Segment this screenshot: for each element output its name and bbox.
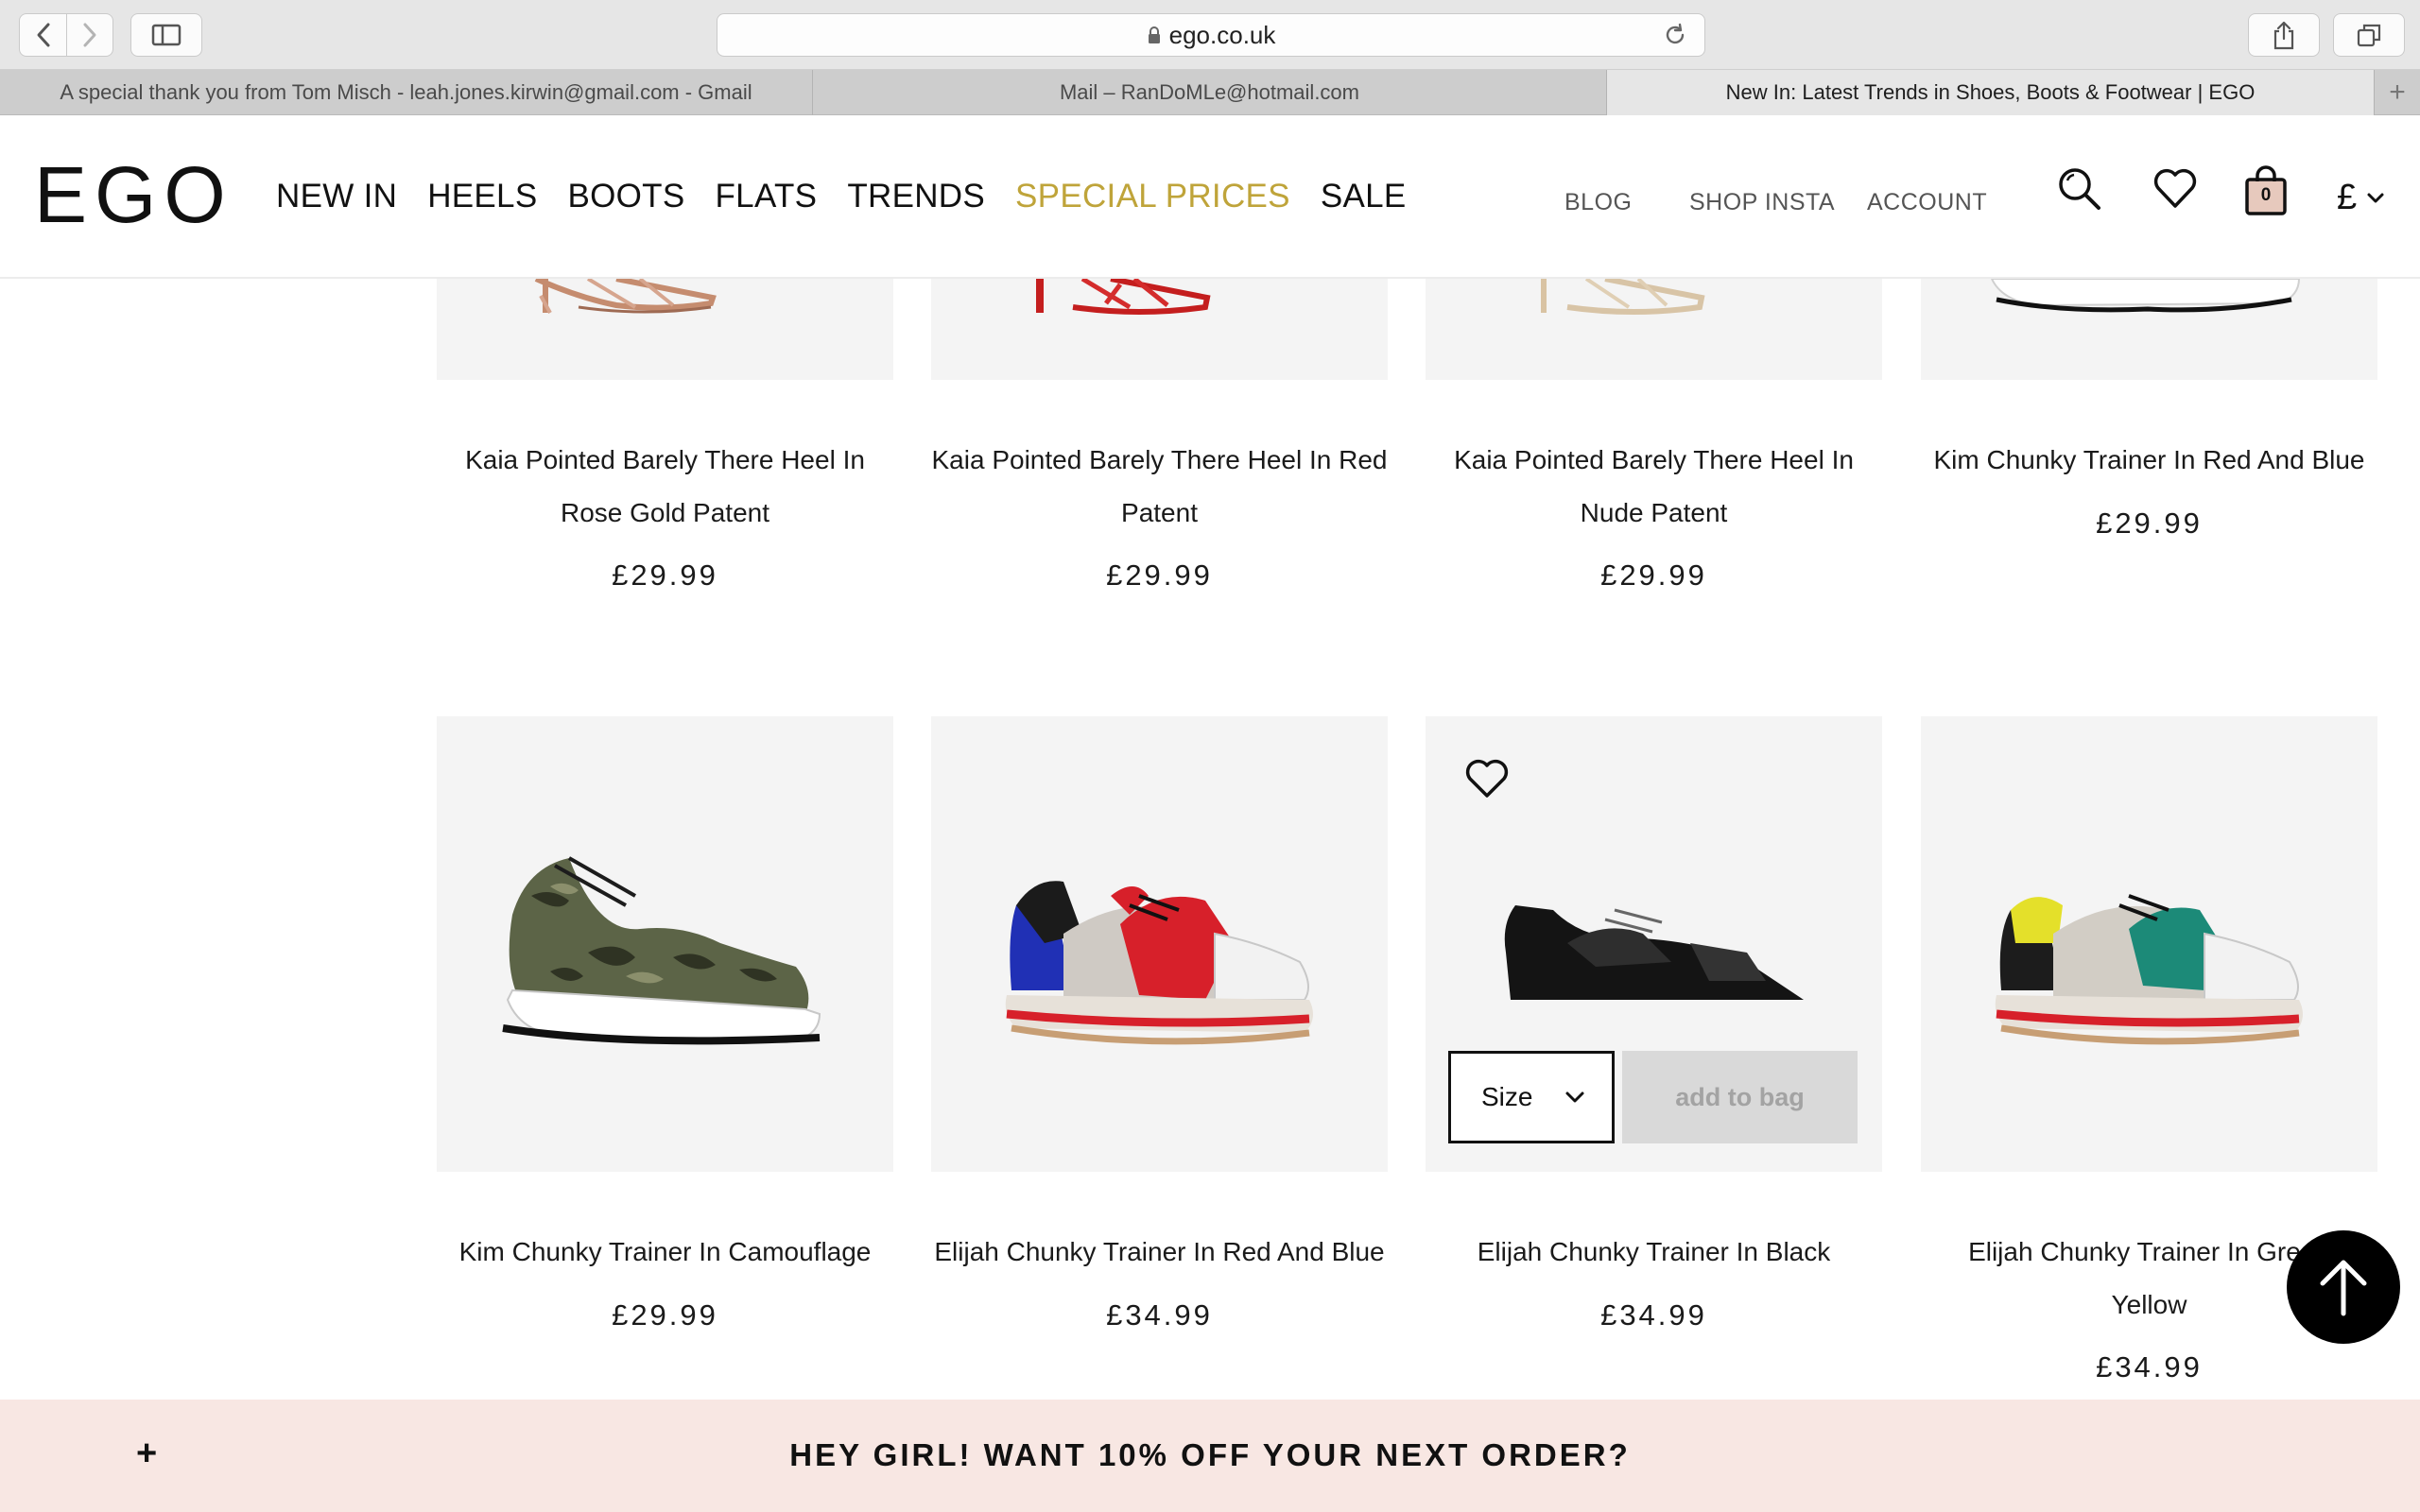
promo-text: HEY GIRL! WANT 10% OFF YOUR NEXT ORDER? — [789, 1437, 1631, 1472]
tab-label: New In: Latest Trends in Shoes, Boots & … — [1725, 80, 2256, 104]
product-price: £34.99 — [1600, 1298, 1707, 1332]
heart-icon — [1465, 759, 1509, 798]
chevron-down-icon — [2367, 193, 2384, 202]
tab-label: A special thank you from Tom Misch - lea… — [60, 80, 752, 104]
product-image[interactable] — [1426, 279, 1882, 380]
product-price: £29.99 — [612, 1298, 718, 1332]
forward-button[interactable] — [66, 14, 112, 56]
product-image[interactable] — [1921, 279, 2377, 380]
lock-icon — [1147, 26, 1162, 44]
red-blue-trainer-image — [1005, 881, 1313, 1045]
url-text: ego.co.uk — [1168, 20, 1276, 49]
product-image[interactable] — [931, 716, 1388, 1172]
product-name[interactable]: Kim Chunky Trainer In Red And Blue — [1921, 434, 2377, 487]
sidebar-button[interactable] — [130, 13, 202, 57]
arrow-up-icon — [2320, 1260, 2367, 1316]
bag-button[interactable]: 0 — [2242, 164, 2290, 222]
nav-special-prices[interactable]: SPECIAL PRICES — [1015, 178, 1290, 215]
currency-symbol: £ — [2337, 178, 2358, 217]
size-select-label: Size — [1481, 1082, 1533, 1111]
show-tabs-button[interactable] — [2333, 13, 2405, 57]
product-name[interactable]: Elijah Chunky Trainer In Black — [1426, 1226, 1882, 1279]
browser-toolbar: ego.co.uk — [0, 0, 2420, 70]
share-icon — [2273, 21, 2294, 50]
new-tab-button[interactable]: + — [2375, 70, 2420, 115]
trainer-shoe-image — [1990, 279, 2301, 313]
product-name[interactable]: Kaia Pointed Barely There Heel In Nude P… — [1426, 434, 1882, 540]
product-image[interactable] — [437, 716, 893, 1172]
heel-shoe-image — [1541, 279, 1705, 315]
back-button[interactable] — [20, 14, 66, 56]
chevron-down-icon — [1565, 1091, 1584, 1103]
product-name[interactable]: Kaia Pointed Barely There Heel In Red Pa… — [931, 434, 1388, 540]
nav-shop-insta[interactable]: SHOP INSTA — [1689, 189, 1835, 216]
tab-label: Mail – RanDoMLe@hotmail.com — [1059, 80, 1359, 104]
tab-hotmail[interactable]: Mail – RanDoMLe@hotmail.com — [813, 70, 1607, 115]
nav-flats[interactable]: FLATS — [716, 178, 818, 215]
product-price: £29.99 — [1106, 558, 1213, 592]
share-button[interactable] — [2248, 13, 2320, 57]
chevron-left-icon — [37, 23, 49, 47]
product-price: £29.99 — [1600, 558, 1707, 592]
product-image[interactable] — [931, 279, 1388, 380]
heel-shoe-image — [534, 279, 717, 314]
product-card-hover[interactable]: Size add to bag — [1426, 716, 1882, 1172]
product-price: £34.99 — [1106, 1298, 1213, 1332]
product-price: £29.99 — [2096, 507, 2203, 540]
sidebar-icon — [151, 24, 182, 46]
chevron-right-icon — [83, 23, 96, 47]
wishlist-button[interactable] — [2152, 164, 2199, 216]
tab-bar: A special thank you from Tom Misch - lea… — [0, 70, 2420, 115]
product-name[interactable]: Kim Chunky Trainer In Camouflage — [437, 1226, 893, 1279]
scroll-to-top-button[interactable] — [2287, 1230, 2400, 1344]
site-logo[interactable]: EGO — [34, 155, 233, 234]
tabs-overview-icon — [2357, 24, 2381, 47]
heart-icon — [2153, 168, 2197, 208]
promo-banner[interactable]: HEY GIRL! WANT 10% OFF YOUR NEXT ORDER? … — [0, 1400, 2420, 1512]
nav-sale[interactable]: SALE — [1321, 178, 1407, 215]
wishlist-toggle[interactable] — [1463, 756, 1511, 806]
search-button[interactable] — [2055, 164, 2104, 218]
product-image[interactable] — [1921, 716, 2377, 1172]
promo-expand-icon[interactable]: + — [136, 1434, 157, 1474]
product-price: £29.99 — [612, 558, 718, 592]
tab-ego[interactable]: New In: Latest Trends in Shoes, Boots & … — [1607, 70, 2375, 115]
nav-boots[interactable]: BOOTS — [567, 178, 684, 215]
nav-trends[interactable]: TRENDS — [847, 178, 985, 215]
size-select[interactable]: Size — [1448, 1051, 1615, 1143]
address-bar[interactable]: ego.co.uk — [717, 13, 1705, 57]
product-price: £34.99 — [2096, 1350, 2203, 1383]
search-icon — [2059, 168, 2100, 210]
nav-blog[interactable]: BLOG — [1564, 189, 1632, 216]
reload-icon[interactable] — [1663, 23, 1687, 54]
nav-new-in[interactable]: NEW IN — [276, 178, 397, 215]
green-yellow-trainer-image — [1995, 894, 2303, 1045]
site-header: EGO NEW IN HEELS BOOTS FLATS TRENDS SPEC… — [0, 115, 2420, 279]
bag-count: 0 — [2260, 185, 2272, 205]
heel-shoe-image — [1036, 279, 1211, 315]
product-name[interactable]: Elijah Chunky Trainer In Red And Blue — [931, 1226, 1388, 1279]
history-nav — [19, 13, 113, 57]
tab-gmail[interactable]: A special thank you from Tom Misch - lea… — [0, 70, 813, 115]
currency-selector[interactable]: £ — [2337, 178, 2385, 218]
camo-trainer-image — [502, 856, 821, 1045]
nav-heels[interactable]: HEELS — [427, 178, 537, 215]
product-image[interactable] — [437, 279, 893, 380]
product-name[interactable]: Kaia Pointed Barely There Heel In Rose G… — [437, 434, 893, 540]
add-to-bag-button[interactable]: add to bag — [1622, 1051, 1858, 1143]
nav-account[interactable]: ACCOUNT — [1867, 189, 1987, 216]
main-nav: NEW IN HEELS BOOTS FLATS TRENDS SPECIAL … — [276, 178, 1437, 215]
